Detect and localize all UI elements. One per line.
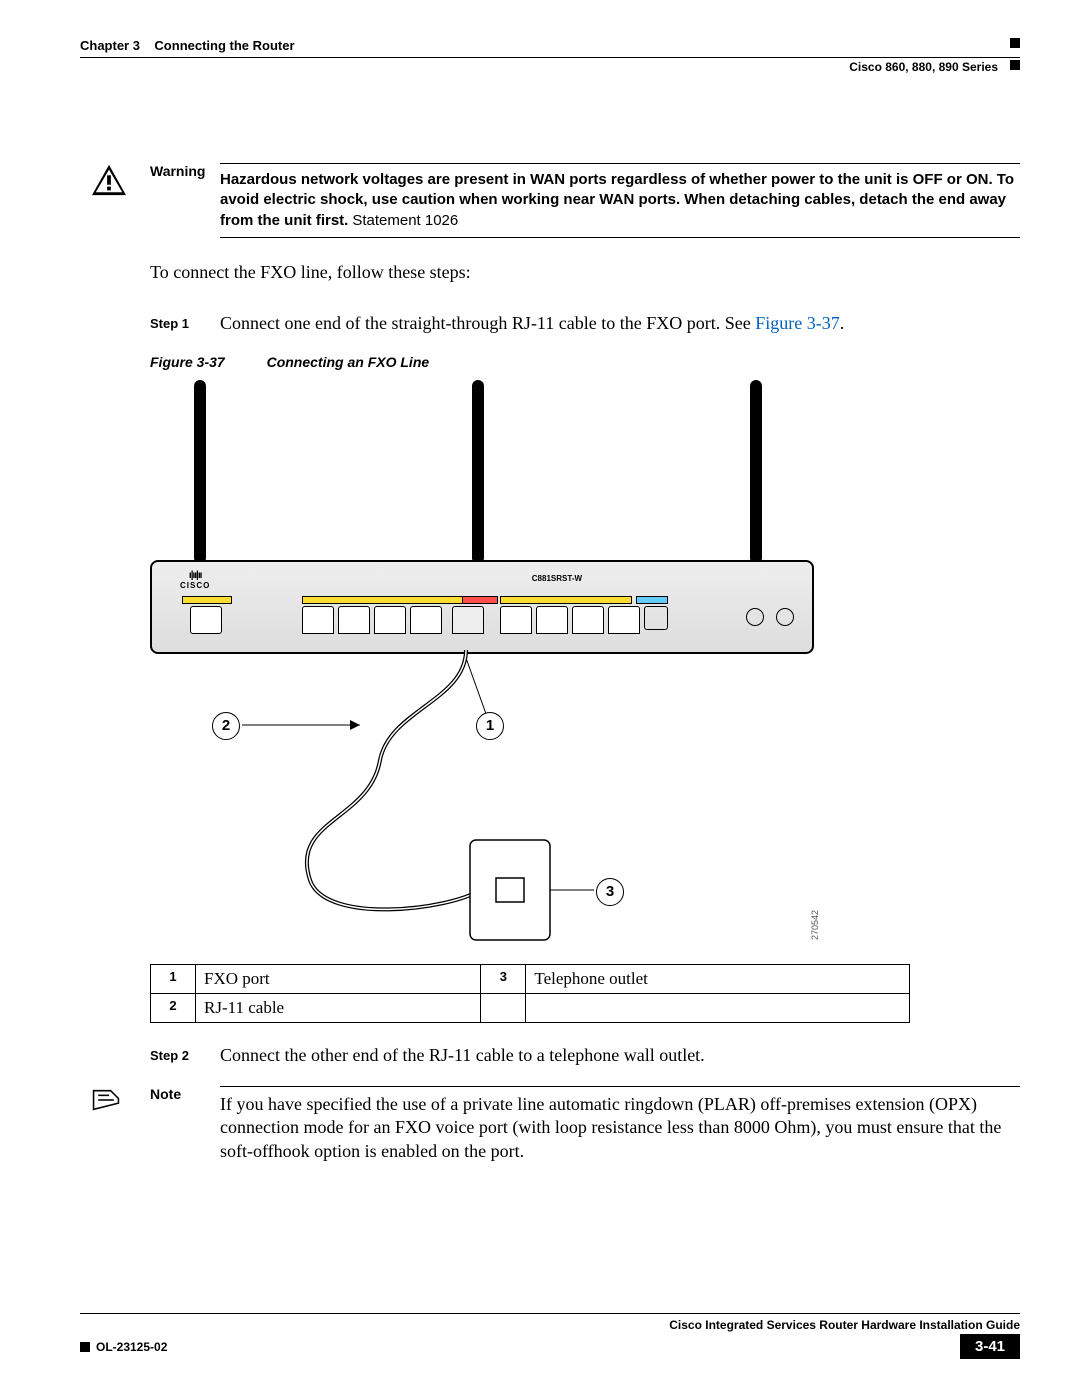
step-1-text: Connect one end of the straight-through … bbox=[220, 313, 1020, 334]
figure-caption: Figure 3-37 Connecting an FXO Line bbox=[150, 354, 1020, 370]
device-model-label: C881SRST-W bbox=[532, 574, 582, 583]
warning-text: Hazardous network voltages are present i… bbox=[220, 171, 1014, 229]
ground-icon bbox=[746, 608, 764, 626]
router-body: ı|ıı|ıı CISCO C881SRST-W bbox=[150, 560, 814, 654]
footer-doc-id: OL-23125-02 bbox=[96, 1340, 167, 1354]
figure-number: Figure 3-37 bbox=[150, 354, 225, 370]
antenna-icon bbox=[194, 380, 206, 564]
antenna-icon bbox=[472, 380, 484, 564]
step-2: Step 2 Connect the other end of the RJ-1… bbox=[150, 1045, 1020, 1066]
power-connector-icon bbox=[776, 608, 794, 626]
port-group-label bbox=[302, 596, 484, 604]
intro-text: To connect the FXO line, follow these st… bbox=[150, 262, 1020, 283]
footer-marker-icon bbox=[80, 1342, 90, 1352]
fxo-port bbox=[452, 606, 484, 634]
header-marker-icon bbox=[1010, 60, 1020, 70]
lan-port-row bbox=[500, 606, 640, 634]
chapter-title: Connecting the Router bbox=[154, 38, 294, 53]
figure-reference-link[interactable]: Figure 3-37 bbox=[755, 313, 840, 333]
image-id: 270542 bbox=[810, 910, 820, 940]
warning-statement: Statement 1026 bbox=[352, 212, 458, 229]
port-group-label bbox=[182, 596, 232, 604]
fxo-port-label bbox=[462, 596, 498, 604]
footer-guide-title: Cisco Integrated Services Router Hardwar… bbox=[669, 1318, 1020, 1332]
port-row bbox=[302, 606, 442, 634]
header-marker-icon bbox=[1010, 38, 1020, 48]
note-block: Note If you have specified the use of a … bbox=[150, 1086, 1020, 1163]
callout-3: 3 bbox=[596, 878, 624, 906]
warning-block: Warning Hazardous network voltages are p… bbox=[150, 163, 1020, 238]
table-row: 1 FXO port 3 Telephone outlet bbox=[151, 964, 910, 993]
port-group-label bbox=[500, 596, 632, 604]
antenna-icon bbox=[750, 380, 762, 564]
chapter-number: Chapter 3 bbox=[80, 38, 140, 53]
page-footer: Cisco Integrated Services Router Hardwar… bbox=[80, 1313, 1020, 1359]
series-label: Cisco 860, 880, 890 Series bbox=[849, 60, 998, 74]
table-row: 2 RJ-11 cable bbox=[151, 993, 910, 1022]
page-header: Chapter 3 Connecting the Router Cisco 86… bbox=[80, 38, 1020, 108]
step-1: Step 1 Connect one end of the straight-t… bbox=[150, 313, 1020, 334]
warning-label: Warning bbox=[150, 163, 220, 238]
cable-path-icon bbox=[150, 380, 910, 960]
step-2-text: Connect the other end of the RJ-11 cable… bbox=[220, 1045, 1020, 1066]
callout-2: 2 bbox=[212, 712, 240, 740]
warning-icon bbox=[90, 163, 138, 202]
note-icon bbox=[90, 1086, 138, 1119]
step-label: Step 1 bbox=[150, 313, 220, 334]
note-label: Note bbox=[150, 1086, 220, 1163]
callout-1: 1 bbox=[476, 712, 504, 740]
figure-title: Connecting an FXO Line bbox=[267, 354, 430, 370]
step-label: Step 2 bbox=[150, 1045, 220, 1066]
note-text: If you have specified the use of a priva… bbox=[220, 1093, 1020, 1163]
figure-legend-table: 1 FXO port 3 Telephone outlet 2 RJ-11 ca… bbox=[150, 964, 910, 1023]
port-icon bbox=[190, 606, 222, 634]
console-port-label bbox=[636, 596, 668, 604]
aux-port bbox=[644, 606, 668, 630]
page-number: 3-41 bbox=[960, 1334, 1020, 1359]
figure-illustration: ı|ıı|ıı CISCO C881SRST-W bbox=[150, 380, 910, 960]
cisco-logo: ı|ıı|ıı CISCO bbox=[180, 570, 210, 590]
